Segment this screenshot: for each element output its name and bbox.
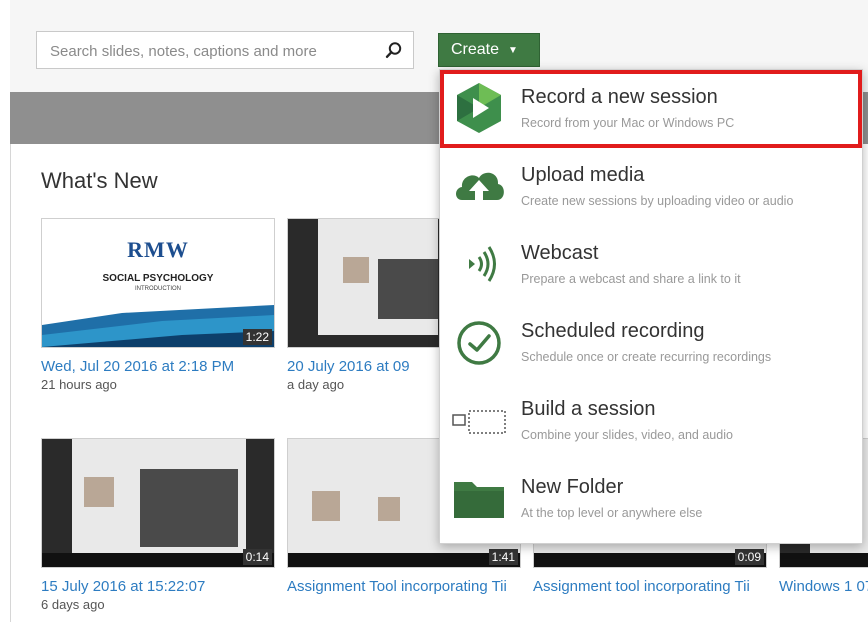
- session-tile[interactable]: RMW SOCIAL PSYCHOLOGY INTRODUCTION 1:22 …: [41, 218, 275, 393]
- caret-down-icon: ▼: [508, 44, 518, 56]
- slide-wave-graphic: [42, 305, 274, 347]
- screen-recording-preview: [42, 439, 274, 567]
- menu-item-description: Create new sessions by uploading video o…: [521, 194, 794, 208]
- menu-item-record-session[interactable]: Record a new session Record from your Ma…: [440, 70, 862, 148]
- session-age: 6 days ago: [41, 597, 105, 612]
- menu-item-title: Upload media: [521, 164, 645, 186]
- duration-badge: 1:41: [488, 549, 518, 565]
- panopto-record-icon: [457, 83, 501, 133]
- menu-item-title: Webcast: [521, 242, 599, 264]
- slide-logo: RMW: [127, 237, 189, 262]
- menu-item-description: Combine your slides, video, and audio: [521, 428, 733, 442]
- session-title-link[interactable]: Assignment tool incorporating Tii: [533, 577, 767, 597]
- session-title-link[interactable]: 15 July 2016 at 15:22:07: [41, 577, 275, 597]
- search-input[interactable]: [48, 32, 372, 70]
- slide-subheading: INTRODUCTION: [135, 286, 181, 292]
- session-title-link[interactable]: Wed, Jul 20 2016 at 2:18 PM: [41, 357, 275, 377]
- clock-check-icon: [457, 321, 501, 365]
- session-thumbnail[interactable]: RMW SOCIAL PSYCHOLOGY INTRODUCTION 1:22: [41, 218, 275, 348]
- folder-icon: [454, 482, 504, 518]
- section-title: What's New: [41, 168, 158, 193]
- slide-preview: RMW SOCIAL PSYCHOLOGY INTRODUCTION: [42, 219, 274, 347]
- duration-badge: 0:09: [734, 549, 764, 565]
- session-age: 21 hours ago: [41, 377, 117, 392]
- menu-item-new-folder[interactable]: New Folder At the top level or anywhere …: [440, 460, 862, 538]
- menu-item-title: Scheduled recording: [521, 320, 705, 342]
- session-title-link[interactable]: Windows 1 07-16: [779, 577, 868, 597]
- create-button[interactable]: Create ▼: [438, 33, 540, 67]
- broadcast-icon: [469, 246, 496, 282]
- menu-item-title: Record a new session: [521, 86, 718, 108]
- menu-item-title: New Folder: [521, 476, 624, 498]
- menu-item-webcast[interactable]: Webcast Prepare a webcast and share a li…: [440, 226, 862, 304]
- search-icon[interactable]: [385, 41, 403, 59]
- duration-badge: 0:14: [242, 549, 272, 565]
- session-tile[interactable]: 0:14 15 July 2016 at 15:22:07 6 days ago: [41, 438, 275, 613]
- menu-item-upload-media[interactable]: Upload media Create new sessions by uplo…: [440, 148, 862, 226]
- menu-item-title: Build a session: [521, 398, 656, 420]
- menu-item-scheduled-recording[interactable]: Scheduled recording Schedule once or cre…: [440, 304, 862, 382]
- session-thumbnail[interactable]: 0:14: [41, 438, 275, 568]
- search-box[interactable]: [36, 31, 414, 70]
- create-menu: Record a new session Record from your Ma…: [439, 69, 863, 544]
- build-session-icon: [452, 410, 506, 434]
- duration-badge: 1:22: [242, 329, 272, 345]
- menu-item-description: At the top level or anywhere else: [521, 506, 703, 520]
- menu-item-build-session[interactable]: Build a session Combine your slides, vid…: [440, 382, 862, 460]
- menu-item-description: Schedule once or create recurring record…: [521, 350, 772, 364]
- menu-item-description: Record from your Mac or Windows PC: [521, 116, 735, 130]
- slide-heading: SOCIAL PSYCHOLOGY: [102, 273, 214, 284]
- session-title-link[interactable]: Assignment Tool incorporating Tii: [287, 577, 521, 597]
- cloud-upload-icon: [456, 172, 504, 200]
- menu-item-description: Prepare a webcast and share a link to it: [521, 272, 741, 286]
- create-button-label: Create: [451, 41, 500, 58]
